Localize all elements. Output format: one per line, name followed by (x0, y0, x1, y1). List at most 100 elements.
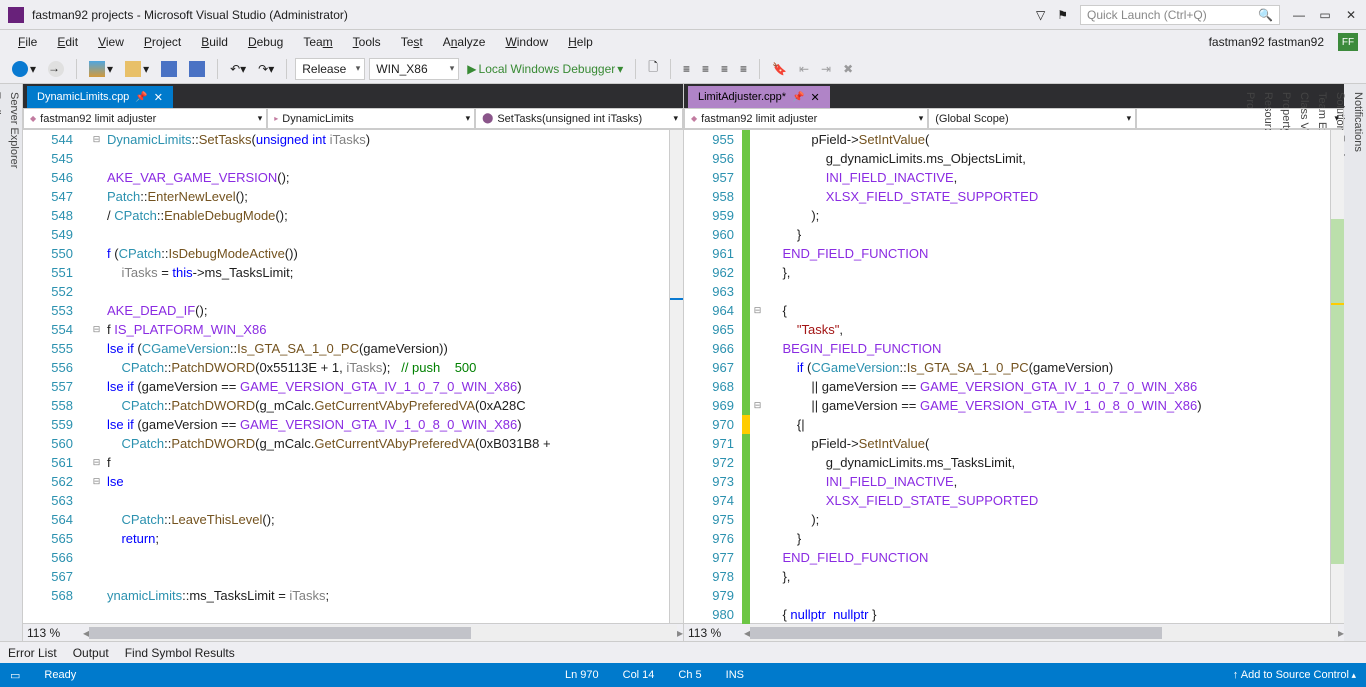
left-tab-row: DynamicLimits.cpp 📌 ✕ (23, 84, 683, 108)
vs-logo-icon (8, 7, 24, 23)
uncomment-button[interactable]: ≡ (736, 60, 751, 78)
right-editor: LimitAdjuster.cpp* 📌 ✕ ◆fastman92 limit … (683, 84, 1344, 641)
status-ch: Ch 5 (678, 669, 701, 681)
close-tab-icon[interactable]: ✕ (154, 91, 163, 104)
close-button[interactable]: ✕ (1344, 8, 1358, 22)
main-area: Server Explorer Toolbox DynamicLimits.cp… (0, 84, 1366, 641)
bookmark-next-button[interactable]: ⇥ (817, 60, 835, 78)
right-scrollmap[interactable] (1330, 130, 1344, 623)
nav-project-combo[interactable]: ◆fastman92 limit adjuster (684, 108, 928, 129)
menu-help[interactable]: Help (558, 33, 603, 51)
menu-analyze[interactable]: Analyze (433, 33, 496, 51)
tab-dynamiclimits[interactable]: DynamicLimits.cpp 📌 ✕ (27, 86, 173, 108)
new-project-button[interactable]: ▾ (85, 59, 117, 79)
status-line: Ln 970 (565, 669, 599, 681)
menu-project[interactable]: Project (134, 33, 191, 51)
start-debugging-button[interactable]: ▶ Local Windows Debugger ▾ (463, 60, 627, 78)
save-button[interactable] (157, 59, 181, 79)
right-code-text[interactable]: pField->SetIntValue( g_dynamicLimits.ms_… (764, 130, 1330, 623)
left-zoom-combo[interactable]: 113 % (23, 626, 83, 640)
status-app-icon: ▭ (10, 669, 20, 682)
pin-icon[interactable]: 📌 (135, 92, 147, 103)
status-col: Col 14 (623, 669, 655, 681)
titlebar: fastman92 projects - Microsoft Visual St… (0, 0, 1366, 30)
status-ins: INS (726, 669, 744, 681)
user-badge[interactable]: fastman92 fastman92 (1201, 33, 1332, 51)
menu-build[interactable]: Build (191, 33, 238, 51)
quick-launch-input[interactable]: Quick Launch (Ctrl+Q) 🔍 (1080, 5, 1280, 25)
tab-limitadjuster[interactable]: LimitAdjuster.cpp* 📌 ✕ (688, 86, 830, 108)
output-tab[interactable]: Output (73, 646, 109, 660)
right-hscroll[interactable] (750, 625, 1338, 641)
nav-symbol-combo[interactable] (1136, 108, 1344, 129)
left-change-bar (81, 130, 89, 623)
bottom-panels: Error List Output Find Symbol Results (0, 641, 1366, 663)
undo-button[interactable]: ↶▾ (226, 60, 250, 78)
user-avatar[interactable]: FF (1338, 33, 1358, 51)
find-in-files-button[interactable]: 🗋 (644, 56, 662, 81)
nav-forward-button[interactable]: → (44, 59, 68, 79)
left-code-text[interactable]: DynamicLimits::SetTasks(unsigned int iTa… (103, 130, 669, 623)
menu-edit[interactable]: Edit (47, 33, 88, 51)
solution-platform-combo[interactable]: WIN_X86 (369, 58, 459, 80)
right-sidebar: Notifications Solution Explorer Team Exp… (1344, 84, 1366, 641)
right-bottom-bar: 113 % ◂ ▸ (684, 623, 1344, 641)
notifications-tab[interactable]: Notifications (1348, 84, 1366, 641)
right-zoom-combo[interactable]: 113 % (684, 626, 744, 640)
find-symbol-tab[interactable]: Find Symbol Results (125, 646, 235, 660)
toolbox-tab[interactable]: Toolbox (0, 84, 4, 641)
maximize-button[interactable]: ▭ (1318, 8, 1332, 22)
save-all-button[interactable] (185, 59, 209, 79)
comment-button[interactable]: ≡ (717, 60, 732, 78)
nav-scope-combo[interactable]: (Global Scope) (928, 108, 1136, 129)
left-code-area[interactable]: 5445455465475485495505515525535545555565… (23, 130, 683, 623)
editor-group: DynamicLimits.cpp 📌 ✕ ◆fastman92 limit a… (22, 84, 1344, 641)
server-explorer-tab[interactable]: Server Explorer (4, 84, 22, 641)
nav-scope-combo[interactable]: ▸DynamicLimits (267, 108, 475, 129)
pin-icon[interactable]: 📌 (792, 92, 804, 103)
nav-back-button[interactable]: ▾ (8, 59, 40, 79)
toolbar: ▾ → ▾ ▾ ↶▾ ↷▾ Release WIN_X86 ▶ Local Wi… (0, 54, 1366, 84)
solution-config-combo[interactable]: Release (295, 58, 365, 80)
menubar: File Edit View Project Build Debug Team … (0, 30, 1366, 54)
close-tab-icon[interactable]: ✕ (811, 91, 820, 104)
left-line-gutter: 5445455465475485495505515525535545555565… (23, 130, 81, 623)
menu-view[interactable]: View (88, 33, 134, 51)
right-change-bar (742, 130, 750, 623)
menu-window[interactable]: Window (495, 33, 558, 51)
left-navbar: ◆fastman92 limit adjuster ▸DynamicLimits… (23, 108, 683, 130)
open-button[interactable]: ▾ (121, 59, 153, 79)
right-code-area[interactable]: 9559569579589599609619629639649659669679… (684, 130, 1344, 623)
search-icon: 🔍 (1258, 8, 1273, 22)
feedback-icon[interactable]: ▽ (1036, 8, 1045, 22)
menu-tools[interactable]: Tools (343, 33, 391, 51)
minimize-button[interactable]: — (1292, 8, 1306, 22)
redo-button[interactable]: ↷▾ (254, 60, 278, 78)
bookmark-prev-button[interactable]: ⇤ (795, 60, 813, 78)
left-bottom-bar: 113 % ◂ ▸ (23, 623, 683, 641)
notifications-flag-icon[interactable]: ⚑ (1057, 8, 1068, 22)
left-editor: DynamicLimits.cpp 📌 ✕ ◆fastman92 limit a… (22, 84, 683, 641)
bookmark-clear-button[interactable]: ✖ (839, 60, 857, 78)
menu-file[interactable]: File (8, 33, 47, 51)
menu-test[interactable]: Test (391, 33, 433, 51)
status-source-control[interactable]: ↑ Add to Source Control (1233, 669, 1356, 681)
right-navbar: ◆fastman92 limit adjuster (Global Scope) (684, 108, 1344, 130)
right-fold-gutter[interactable]: ⊟⊟ (750, 130, 764, 623)
left-scrollmap[interactable] (669, 130, 683, 623)
left-fold-gutter[interactable]: ⊟⊟⊟⊟ (89, 130, 103, 623)
status-ready: Ready (44, 669, 76, 681)
error-list-tab[interactable]: Error List (8, 646, 57, 660)
statusbar: ▭ Ready Ln 970 Col 14 Ch 5 INS ↑ Add to … (0, 663, 1366, 687)
menu-debug[interactable]: Debug (238, 33, 293, 51)
left-hscroll[interactable] (89, 625, 677, 641)
nav-project-combo[interactable]: ◆fastman92 limit adjuster (23, 108, 267, 129)
window-title: fastman92 projects - Microsoft Visual St… (32, 8, 1036, 22)
indent-decrease-button[interactable]: ≡ (679, 60, 694, 78)
menu-team[interactable]: Team (293, 33, 342, 51)
left-sidebar: Server Explorer Toolbox (0, 84, 22, 641)
right-line-gutter: 9559569579589599609619629639649659669679… (684, 130, 742, 623)
indent-increase-button[interactable]: ≡ (698, 60, 713, 78)
bookmark-button[interactable]: 🔖 (768, 60, 791, 78)
nav-symbol-combo[interactable]: ⬤SetTasks(unsigned int iTasks) (475, 108, 683, 129)
